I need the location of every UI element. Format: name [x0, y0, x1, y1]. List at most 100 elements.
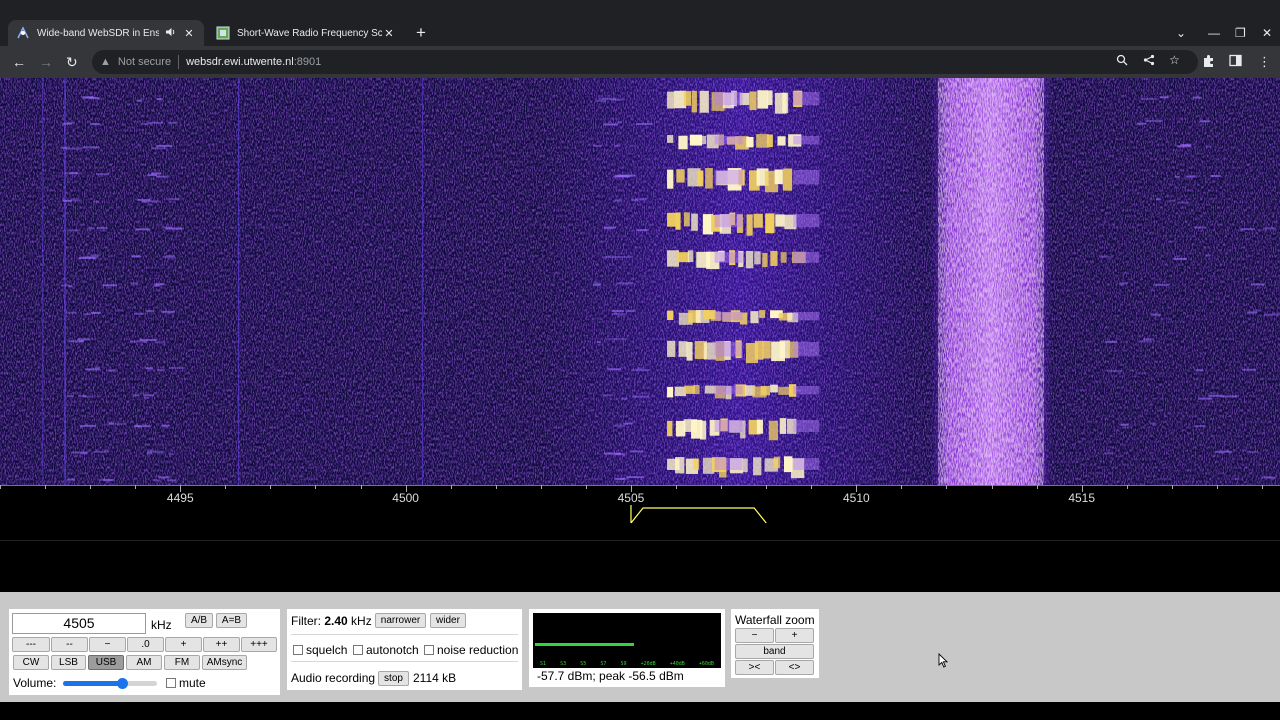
- zoom-band-button[interactable]: band: [735, 644, 814, 659]
- mode-usb-button[interactable]: USB: [88, 655, 124, 670]
- zoom-in-button[interactable]: +: [775, 628, 814, 643]
- squelch-checkbox-box[interactable]: [293, 645, 303, 655]
- a-equals-b-button[interactable]: A=B: [216, 613, 247, 628]
- recording-divider: [291, 661, 518, 662]
- mode-cw-button[interactable]: CW: [13, 655, 49, 670]
- waterfall-burst-segment: [699, 90, 709, 113]
- narrower-button[interactable]: narrower: [375, 613, 426, 628]
- waterfall-weak-signal: [158, 476, 170, 479]
- waterfall-weak-signal: [1263, 227, 1277, 230]
- extensions-puzzle-icon[interactable]: [1202, 54, 1215, 71]
- passband-indicator[interactable]: [0, 485, 1280, 541]
- waterfall-weak-signal: [632, 395, 650, 398]
- frequency-scale[interactable]: 4495 4500 4505 4510 4515: [0, 485, 1280, 541]
- stop-recording-button[interactable]: stop: [378, 671, 409, 686]
- step-down-medium-button[interactable]: --: [51, 637, 88, 652]
- waterfall-weak-signal: [1156, 198, 1161, 201]
- zoom-out-button[interactable]: −: [735, 628, 774, 643]
- forward-arrow-icon[interactable]: →: [39, 53, 53, 71]
- step-up-button[interactable]: +: [165, 637, 202, 652]
- waterfall-weak-signal: [92, 200, 100, 203]
- side-panel-icon[interactable]: [1229, 54, 1242, 71]
- passband-outline[interactable]: [630, 505, 767, 524]
- close-tab-icon[interactable]: ✕: [382, 27, 396, 40]
- waterfall-weak-signal: [617, 174, 636, 177]
- autonotch-checkbox[interactable]: autonotch: [353, 643, 419, 657]
- waterfall-weak-signal: [134, 425, 151, 428]
- waterfall-burst-halo: [793, 420, 820, 432]
- waterfall-weak-signal: [79, 424, 97, 427]
- share-icon[interactable]: [1143, 54, 1155, 69]
- signal-strength-bar: [535, 643, 635, 646]
- waterfall-weak-signal: [89, 97, 100, 100]
- squelch-checkbox[interactable]: squelch: [293, 643, 347, 657]
- waterfall-weak-signal: [1240, 228, 1255, 231]
- waterfall-burst-segment: [766, 134, 773, 148]
- waterfall-weak-signal: [136, 144, 142, 147]
- waterfall-weak-signal: [156, 369, 166, 372]
- zoom-magnifier-icon[interactable]: [1116, 54, 1128, 69]
- ab-button[interactable]: A/B: [185, 613, 213, 628]
- new-tab-icon[interactable]: +: [416, 24, 426, 41]
- waterfall-image[interactable]: [0, 78, 1280, 485]
- waterfall-display[interactable]: [0, 78, 1280, 485]
- wider-button[interactable]: wider: [430, 613, 466, 628]
- waterfall-weak-signal: [62, 122, 73, 125]
- waterfall-weak-signal: [1195, 369, 1204, 372]
- step-up-medium-button[interactable]: ++: [203, 637, 240, 652]
- signal-meter-scale-label: S3: [560, 661, 567, 667]
- waterfall-burst-segment: [753, 213, 763, 228]
- noise-reduction-checkbox-box[interactable]: [424, 645, 434, 655]
- minimize-icon[interactable]: —: [1208, 26, 1220, 40]
- close-tab-icon[interactable]: ✕: [182, 27, 196, 40]
- autonotch-label: autonotch: [366, 643, 419, 657]
- step-up-large-button[interactable]: +++: [241, 637, 277, 652]
- waterfall-burst-segment: [686, 341, 693, 361]
- tab-websdr[interactable]: Wide-band WebSDR in Ensch ✕: [8, 20, 204, 46]
- waterfall-burst-segment: [759, 310, 766, 318]
- waterfall-weak-signal: [613, 255, 620, 258]
- mute-checkbox-box[interactable]: [166, 678, 176, 688]
- reload-icon[interactable]: ↻: [66, 53, 78, 71]
- bookmark-star-icon[interactable]: ☆: [1169, 53, 1180, 67]
- waterfall-weak-signal: [82, 255, 99, 258]
- mode-lsb-button[interactable]: LSB: [51, 655, 86, 670]
- waterfall-burst-segment: [768, 420, 779, 441]
- volume-slider-thumb[interactable]: [117, 678, 129, 689]
- autonotch-checkbox-box[interactable]: [353, 645, 363, 655]
- waterfall-weak-signal: [1173, 257, 1187, 260]
- tab-shortwave-schedule[interactable]: Short-Wave Radio Frequency Sch ✕: [208, 20, 404, 46]
- speaker-icon[interactable]: [165, 27, 176, 40]
- noise-reduction-checkbox[interactable]: noise reduction: [424, 643, 518, 657]
- filter-control-box: Filter: 2.40 kHz narrower wider squelch …: [287, 609, 522, 690]
- waterfall-weak-signal: [626, 310, 635, 313]
- mode-amsync-button[interactable]: AMsync: [202, 655, 247, 670]
- waterfall-weak-signal: [161, 424, 170, 427]
- waterfall-weak-signal: [156, 144, 173, 147]
- step-down-large-button[interactable]: ---: [12, 637, 50, 652]
- waterfall-weak-signal: [621, 397, 628, 400]
- waterfall-weak-signal: [1194, 425, 1206, 428]
- back-arrow-icon[interactable]: ←: [12, 53, 26, 71]
- warning-triangle-icon[interactable]: ▲: [100, 56, 111, 68]
- browser-toolbar: ← → ↻ ▲ Not secure websdr.ewi.utwente.nl…: [0, 46, 1280, 78]
- close-window-icon[interactable]: ✕: [1262, 26, 1272, 40]
- waterfall-burst-segment: [704, 385, 717, 394]
- waterfall-weak-signal: [634, 198, 647, 201]
- mode-am-button[interactable]: AM: [126, 655, 162, 670]
- frequency-input[interactable]: 4505: [12, 613, 146, 634]
- restore-icon[interactable]: ❐: [1235, 26, 1246, 40]
- round-frequency-button[interactable]: .0: [127, 637, 164, 652]
- waterfall-burst-segment: [691, 213, 698, 231]
- mode-fm-button[interactable]: FM: [164, 655, 200, 670]
- security-label[interactable]: Not secure: [118, 56, 171, 68]
- address-bar[interactable]: ▲ Not secure websdr.ewi.utwente.nl :8901…: [92, 50, 1198, 74]
- volume-slider[interactable]: [63, 678, 157, 689]
- zoom-expand-button[interactable]: <>: [775, 660, 814, 675]
- mute-checkbox[interactable]: mute: [166, 676, 206, 690]
- tab-search-chevron-down-icon[interactable]: ⌄: [1176, 26, 1186, 40]
- more-menu-icon[interactable]: ⋮: [1258, 54, 1271, 70]
- waterfall-weak-signal: [1208, 394, 1222, 397]
- zoom-shrink-button[interactable]: ><: [735, 660, 774, 675]
- step-down-button[interactable]: −: [89, 637, 126, 652]
